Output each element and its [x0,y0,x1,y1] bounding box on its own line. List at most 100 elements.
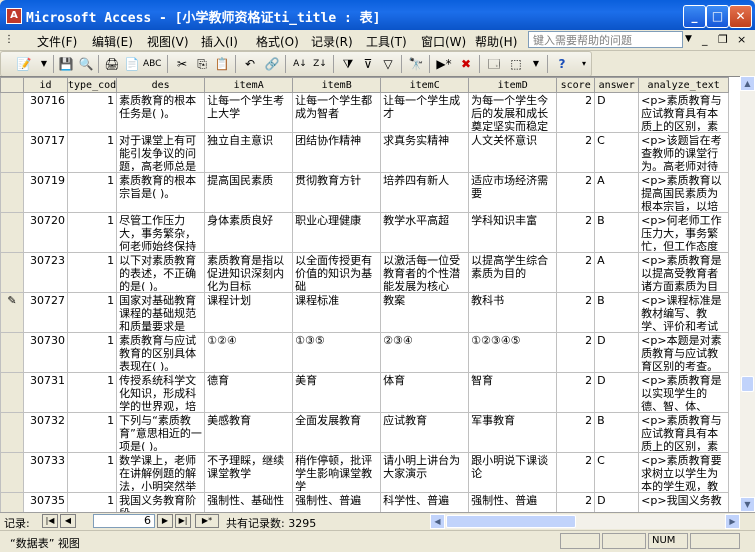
cell-des[interactable]: 数学课上，老师在讲解例题的解法，小明突然举 [116,452,206,493]
vertical-scrollbar[interactable]: ▲ ▼ [740,76,755,512]
help-icon[interactable]: ? [553,55,571,73]
cell-analyze-text[interactable]: <p>该题旨在考查教师的课堂行为。高老师对待 [638,132,730,173]
cell-answer[interactable]: C [594,132,640,173]
cell-itemc[interactable]: 培养四有新人 [380,172,470,213]
mdi-close-button[interactable]: × [737,33,746,46]
scroll-up-icon[interactable]: ▲ [740,76,755,91]
cell-score[interactable]: 2 [556,452,596,493]
cell-itemd[interactable]: 教科书 [468,292,558,333]
cell-id[interactable]: 30731 [23,372,68,413]
cell-itema[interactable]: 身体素质良好 [204,212,294,253]
cell-score[interactable]: 2 [556,212,596,253]
column-header-itemb[interactable]: itemB [292,77,382,93]
cell-score[interactable]: 2 [556,252,596,293]
cell-id[interactable]: 30733 [23,452,68,493]
menu-format[interactable]: 格式(O) [256,33,299,50]
cell-answer[interactable]: D [594,372,640,413]
cell-analyze-text[interactable]: <p>素质教育要求树立以学生为本的学生观，教 [638,452,730,493]
cell-itemd[interactable]: 跟小明说下课谈论 [468,452,558,493]
new-object-dropdown-icon[interactable]: ▼ [527,55,545,73]
minimize-button[interactable]: _ [683,5,706,28]
cell-itema[interactable]: 美感教育 [204,412,294,453]
cell-des[interactable]: 尽管工作压力大，事务繁杂，何老师始终保持 [116,212,206,253]
database-window-icon[interactable]: 🗔 [485,55,503,73]
cell-score[interactable]: 2 [556,332,596,373]
menu-edit[interactable]: 编辑(E) [92,33,133,50]
cell-type-code[interactable]: 1 [66,292,118,333]
cell-type-code[interactable]: 1 [66,372,118,413]
first-record-button[interactable]: |◀ [42,514,58,528]
close-button[interactable]: ✕ [729,5,752,28]
cell-itemd[interactable]: 智育 [468,372,558,413]
horizontal-scrollbar[interactable]: ◀ ▶ [430,514,740,529]
help-dropdown-icon[interactable]: ▼ [685,34,692,44]
maximize-button[interactable]: □ [706,5,729,28]
cell-des[interactable]: 素质教育与应试教育的区别具体表现在( )。 [116,332,206,373]
horizontal-scroll-thumb[interactable] [446,515,576,528]
cell-id[interactable]: 30720 [23,212,68,253]
cell-answer[interactable]: D [594,332,640,373]
cell-itemb[interactable]: 团结协作精神 [292,132,382,173]
cell-type-code[interactable]: 1 [66,212,118,253]
record-selector[interactable] [0,492,24,513]
cell-id[interactable]: 30732 [23,412,68,453]
cell-des[interactable]: 素质教育的根本任务是( )。 [116,92,206,133]
last-record-button[interactable]: ▶| [175,514,191,528]
filter-form-icon[interactable]: ⊽ [359,55,377,73]
record-selector[interactable] [0,172,24,213]
record-selector[interactable] [0,212,24,253]
cell-analyze-text[interactable]: <p>何老师工作压力大，事务繁忙，但工作态度 [638,212,730,253]
record-selector[interactable] [0,132,24,173]
table-row[interactable]: 30717 1 对于课堂上有可能引发争议的问题，高老师总是 独立自主意识 团结协作精神 求… [0,132,730,173]
record-selector[interactable]: ✎ [0,292,24,333]
cell-itema[interactable]: 课程计划 [204,292,294,333]
cell-analyze-text[interactable]: <p>课程标准是教材编写、教学、评价和考试命 [638,292,730,333]
cell-des[interactable]: 以下对素质教育的表述，不正确的是( )。 [116,252,206,293]
cell-answer[interactable]: C [594,452,640,493]
cell-type-code[interactable]: 1 [66,252,118,293]
cell-itemb[interactable]: 以全面传授更有价值的知识为基础 [292,252,382,293]
menu-help[interactable]: 帮助(H) [475,33,517,50]
cell-itema[interactable]: 独立自主意识 [204,132,294,173]
current-record-input[interactable]: 6 [93,514,155,528]
mdi-minimize-button[interactable]: _ [702,33,708,46]
cell-itemb[interactable]: ①③⑤ [292,332,382,373]
cell-answer[interactable]: A [594,252,640,293]
new-record-icon[interactable]: ▶* [435,55,453,73]
cell-itemb[interactable]: 全面发展教育 [292,412,382,453]
cell-itemc[interactable]: 教学水平高超 [380,212,470,253]
cell-itemd[interactable]: 学科知识丰富 [468,212,558,253]
cell-score[interactable]: 2 [556,292,596,333]
help-search-input[interactable]: 键入需要帮助的问题 [528,31,683,48]
cell-des[interactable]: 传授系统科学文化知识，形成科学的世界观，培 [116,372,206,413]
cell-id[interactable]: 30717 [23,132,68,173]
record-selector[interactable] [0,252,24,293]
cell-itema[interactable]: 强制性、基础性 [204,492,294,513]
table-row[interactable]: 30732 1 下列与“素质教育”意思相近的一项是( )。 美感教育 全面发展教育 应试教… [0,412,730,453]
filter-selection-icon[interactable]: ⧩ [339,55,357,73]
cell-itemb[interactable]: 贯彻教育方针 [292,172,382,213]
find-icon[interactable]: 🔭 [407,55,425,73]
cell-analyze-text[interactable]: <p>我国义务教 [638,492,730,513]
header-corner[interactable] [0,77,24,93]
column-header-itemd[interactable]: itemD [468,77,558,93]
cell-id[interactable]: 30719 [23,172,68,213]
cell-itemc[interactable]: 教案 [380,292,470,333]
search-file-icon[interactable]: 🔍 [77,55,95,73]
column-header-itema[interactable]: itemA [204,77,294,93]
cell-answer[interactable]: B [594,412,640,453]
cell-analyze-text[interactable]: <p>素质教育以提高国民素质为根本宗旨，以培 [638,172,730,213]
table-row[interactable]: ✎ 30727 1 国家对基础教育课程的基础规范和质量要求是 课程计划 课程标准 教案 教科书… [0,292,730,333]
record-selector[interactable] [0,332,24,373]
toolbar-options-icon[interactable]: ▾ [575,55,593,73]
table-row[interactable]: 307351我国义务教育阶段强制性、基础性强制性、普遍科学性、普遍强制性、普遍2… [0,492,730,513]
cell-answer[interactable]: D [594,492,640,513]
delete-record-icon[interactable]: ✖ [457,55,475,73]
cell-itemc[interactable]: 体育 [380,372,470,413]
new-record-button[interactable]: ▶* [195,514,219,528]
cell-itemd[interactable]: 强制性、普遍 [468,492,558,513]
previous-record-button[interactable]: ◀ [60,514,76,528]
column-header-itemc[interactable]: itemC [380,77,470,93]
cell-id[interactable]: 30727 [23,292,68,333]
cell-des[interactable]: 国家对基础教育课程的基础规范和质量要求是 [116,292,206,333]
